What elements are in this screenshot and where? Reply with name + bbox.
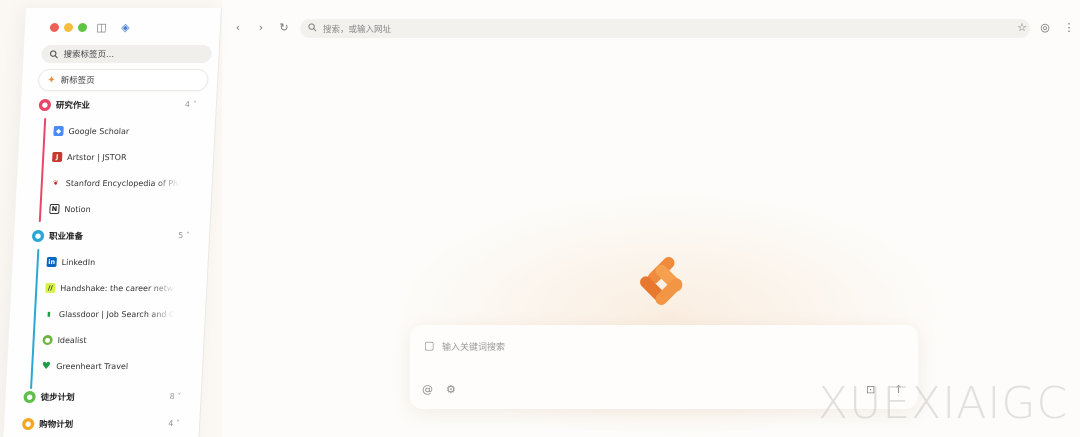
maximize-window-button[interactable] bbox=[77, 23, 88, 32]
group-research-line bbox=[38, 118, 47, 222]
group-shopping-name: 购物计划 bbox=[38, 420, 74, 430]
new-tab-label: 新标签页 bbox=[60, 76, 95, 86]
heart-icon: ♥ bbox=[41, 360, 52, 372]
new-tab-button[interactable]: ✦ 新标签页 bbox=[37, 69, 209, 91]
tab-stanford[interactable]: ❦ Stanford Encyclopedia of Phil bbox=[50, 175, 181, 191]
notion-icon: N bbox=[49, 204, 60, 214]
google-scholar-icon: ◆ bbox=[53, 126, 64, 136]
tab-title: Notion bbox=[64, 204, 91, 214]
settings-sliders-icon[interactable]: ⚙ bbox=[446, 383, 456, 396]
group-career-name: 职业准备 bbox=[48, 232, 84, 242]
tab-idealist[interactable]: ● Idealist bbox=[42, 332, 173, 348]
tab-handshake[interactable]: // Handshake: the career networ bbox=[45, 280, 176, 296]
query-input[interactable]: 输入关键词搜索 bbox=[442, 340, 505, 353]
tab-linkedin[interactable]: in LinkedIn bbox=[46, 254, 177, 270]
tab-glassdoor[interactable]: ▮ Glassdoor | Job Search and C bbox=[44, 306, 175, 322]
sidebar-toggle-icon[interactable]: ◫ bbox=[95, 21, 109, 34]
back-icon[interactable]: ‹ bbox=[231, 21, 245, 34]
mention-icon[interactable]: @ bbox=[422, 383, 433, 396]
group-career[interactable]: ● 职业准备 bbox=[31, 228, 84, 244]
group-research-icon: ● bbox=[38, 99, 52, 111]
group-hiking-icon: ● bbox=[23, 391, 36, 403]
reload-icon[interactable]: ↻ bbox=[277, 21, 291, 34]
tab-title: Artstor | JSTOR bbox=[66, 152, 127, 162]
group-career-line bbox=[30, 249, 40, 389]
group-career-icon: ● bbox=[31, 230, 45, 242]
tab-title: Google Scholar bbox=[68, 126, 130, 136]
minimize-window-button[interactable] bbox=[63, 23, 74, 32]
watermark: XUEXIAIGC bbox=[818, 378, 1069, 429]
bookmark-star-icon[interactable]: ☆ bbox=[1015, 21, 1029, 34]
handshake-icon: // bbox=[45, 283, 56, 293]
app-logo-icon bbox=[640, 257, 683, 305]
tab-title: Greenheart Travel bbox=[56, 361, 129, 371]
linkedin-icon: in bbox=[46, 257, 57, 267]
idealist-icon: ● bbox=[42, 335, 53, 345]
layers-icon[interactable]: ◈ bbox=[119, 21, 133, 34]
search-icon bbox=[49, 49, 58, 58]
group-shopping[interactable]: ● 购物计划 bbox=[21, 416, 74, 432]
tab-greenheart[interactable]: ♥ Greenheart Travel bbox=[41, 358, 172, 374]
window-controls bbox=[49, 23, 88, 32]
jstor-icon: J bbox=[51, 152, 63, 162]
group-hiking-name: 徒步计划 bbox=[40, 393, 75, 403]
search-icon bbox=[308, 22, 317, 35]
sidebar: ◫ ◈ 搜索标签页... ✦ 新标签页 ● 研究作业 4 ˄ ◆ Google … bbox=[2, 8, 222, 437]
tab-search-placeholder: 搜索标签页... bbox=[63, 50, 115, 60]
tab-jstor[interactable]: J Artstor | JSTOR bbox=[51, 149, 183, 165]
group-research-count: 4 ˄ bbox=[184, 100, 197, 109]
forward-icon[interactable]: › bbox=[254, 21, 268, 34]
chat-icon: ▢ bbox=[424, 339, 435, 352]
group-career-count: 5 ˄ bbox=[177, 231, 190, 240]
more-menu-icon[interactable]: ⋮ bbox=[1062, 21, 1076, 34]
group-research[interactable]: ● 研究作业 bbox=[38, 97, 90, 113]
tab-title: Stanford Encyclopedia of Phil bbox=[65, 178, 182, 188]
tab-notion[interactable]: N Notion bbox=[49, 201, 180, 217]
tab-title: LinkedIn bbox=[61, 257, 96, 267]
close-window-button[interactable] bbox=[49, 23, 60, 32]
profile-icon[interactable]: ◎ bbox=[1038, 21, 1052, 34]
group-shopping-icon: ● bbox=[21, 418, 35, 430]
sparkle-icon: ✦ bbox=[46, 74, 56, 86]
group-research-name: 研究作业 bbox=[55, 101, 91, 111]
tab-title: Glassdoor | Job Search and C bbox=[58, 309, 175, 319]
tab-search-input[interactable]: 搜索标签页... bbox=[41, 45, 213, 63]
tab-title: Idealist bbox=[57, 335, 87, 345]
group-hiking[interactable]: ● 徒步计划 bbox=[23, 389, 75, 405]
glassdoor-icon: ▮ bbox=[46, 310, 51, 318]
group-hiking-count: 8 ˅ bbox=[169, 392, 182, 401]
stanford-icon: ❦ bbox=[52, 179, 59, 187]
group-shopping-count: 4 ˅ bbox=[167, 419, 181, 428]
address-bar[interactable]: 搜索，或输入网址 bbox=[300, 19, 1030, 38]
address-placeholder: 搜索，或输入网址 bbox=[323, 24, 392, 35]
tab-google-scholar[interactable]: ◆ Google Scholar bbox=[53, 123, 184, 139]
tab-title: Handshake: the career networ bbox=[60, 283, 176, 293]
